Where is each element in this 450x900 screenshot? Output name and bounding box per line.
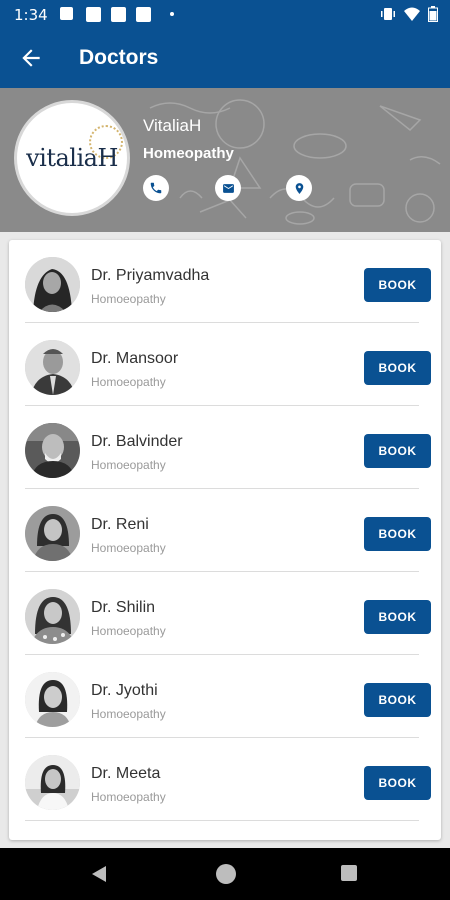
system-nav-bar bbox=[0, 848, 450, 900]
wifi-icon bbox=[404, 7, 420, 21]
doctor-avatar bbox=[25, 755, 80, 810]
book-button[interactable]: BOOK bbox=[364, 434, 431, 468]
doctor-avatar bbox=[25, 589, 80, 644]
doctor-specialty: Homoeopathy bbox=[91, 707, 166, 721]
nav-back-icon[interactable] bbox=[91, 865, 107, 883]
doctor-name: Dr. Priyamvadha bbox=[91, 267, 210, 284]
logo-text: vitaliaH bbox=[26, 144, 118, 172]
doctor-row: Dr. Meeta Homoeopathy BOOK bbox=[9, 738, 441, 821]
book-button[interactable]: BOOK bbox=[364, 600, 431, 634]
doctor-avatar bbox=[25, 672, 80, 727]
doctor-list: Dr. Priyamvadha Homoeopathy BOOK Dr. Man… bbox=[9, 240, 441, 840]
doctor-row: Dr. Jyothi Homoeopathy BOOK bbox=[9, 655, 441, 738]
doctor-name: Dr. Jyothi bbox=[91, 682, 158, 699]
email-icon bbox=[222, 183, 234, 193]
location-button[interactable] bbox=[286, 175, 312, 201]
doctor-name: Dr. Reni bbox=[91, 516, 149, 533]
status-bar: 1:34 bbox=[0, 0, 450, 29]
image-notification-icon bbox=[60, 7, 73, 20]
status-icons bbox=[380, 6, 438, 22]
doctor-name: Dr. Shilin bbox=[91, 599, 156, 616]
doctor-avatar bbox=[25, 506, 80, 561]
doctor-row: Dr. Priyamvadha Homoeopathy BOOK bbox=[9, 240, 441, 323]
doctor-avatar bbox=[25, 257, 80, 312]
location-pin-icon bbox=[295, 182, 303, 194]
doctor-specialty: Homoeopathy bbox=[91, 624, 166, 638]
nav-home-icon[interactable] bbox=[216, 864, 236, 884]
app-notification-icon bbox=[86, 7, 101, 22]
vibrate-icon bbox=[381, 8, 395, 20]
clinic-name: VitaliaH bbox=[143, 116, 202, 135]
phone-icon bbox=[150, 182, 162, 194]
back-arrow-icon[interactable] bbox=[18, 45, 44, 71]
clinic-specialty: Homeopathy bbox=[143, 145, 234, 162]
doctor-specialty: Homoeopathy bbox=[91, 541, 166, 555]
call-button[interactable] bbox=[143, 175, 169, 201]
clinic-header: vitaliaH VitaliaH Homeopathy bbox=[0, 88, 450, 232]
doctor-name: Dr. Balvinder bbox=[91, 433, 183, 450]
doctor-specialty: Homoeopathy bbox=[91, 375, 166, 389]
book-button[interactable]: BOOK bbox=[364, 351, 431, 385]
book-button[interactable]: BOOK bbox=[364, 683, 431, 717]
book-button[interactable]: BOOK bbox=[364, 766, 431, 800]
clinic-logo: vitaliaH bbox=[14, 100, 130, 216]
doctor-specialty: Homoeopathy bbox=[91, 458, 166, 472]
app-notification-icon bbox=[111, 7, 126, 22]
email-button[interactable] bbox=[215, 175, 241, 201]
dot-icon bbox=[170, 12, 174, 16]
doctor-row: Dr. Shilin Homoeopathy BOOK bbox=[9, 572, 441, 655]
nav-recents-icon[interactable] bbox=[341, 865, 357, 881]
page-title: Doctors bbox=[79, 46, 159, 69]
doctor-row: Dr. Reni Homoeopathy BOOK bbox=[9, 489, 441, 572]
app-bar: Doctors bbox=[0, 29, 450, 88]
status-time: 1:34 bbox=[14, 6, 48, 24]
doctor-name: Dr. Meeta bbox=[91, 765, 161, 782]
doctor-name: Dr. Mansoor bbox=[91, 350, 179, 367]
doctor-specialty: Homoeopathy bbox=[91, 292, 166, 306]
doctor-avatar bbox=[25, 340, 80, 395]
row-divider bbox=[25, 820, 419, 821]
doctor-specialty: Homoeopathy bbox=[91, 790, 166, 804]
battery-icon bbox=[428, 6, 438, 22]
doctor-row: Dr. Balvinder Homoeopathy BOOK bbox=[9, 406, 441, 489]
doctor-avatar bbox=[25, 423, 80, 478]
doctor-row: Dr. Mansoor Homoeopathy BOOK bbox=[9, 323, 441, 406]
book-button[interactable]: BOOK bbox=[364, 268, 431, 302]
book-button[interactable]: BOOK bbox=[364, 517, 431, 551]
app-notification-icon bbox=[136, 7, 151, 22]
